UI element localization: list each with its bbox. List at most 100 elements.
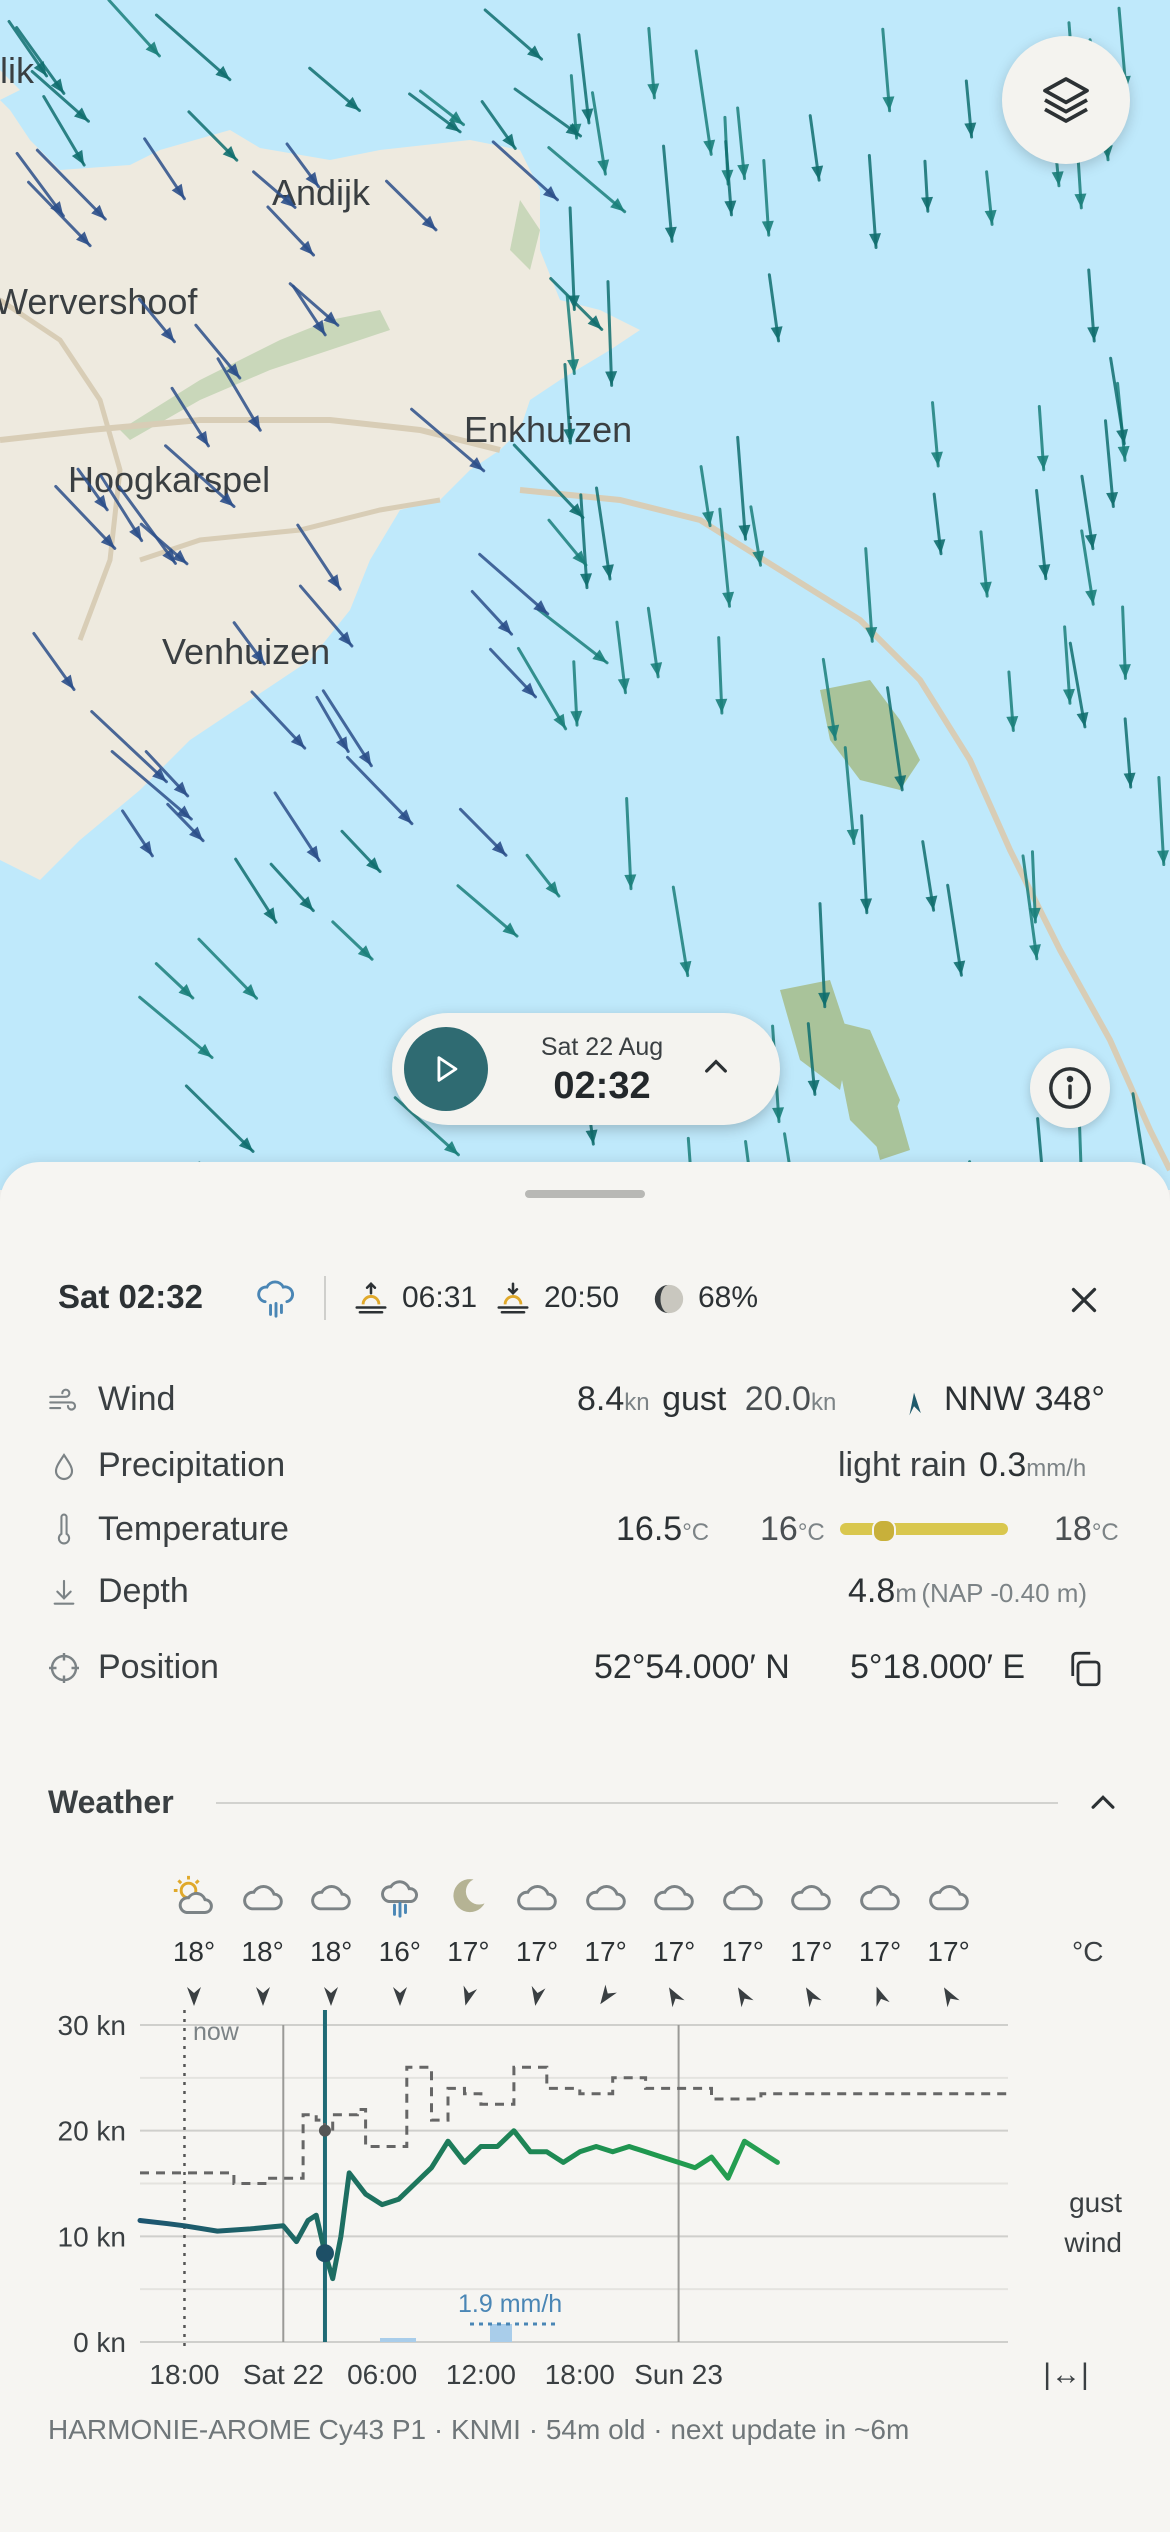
info-icon: [1049, 1067, 1091, 1109]
gust-unit: kn: [810, 1389, 837, 1416]
sunset-icon: [497, 1282, 529, 1314]
sunset-time: 20:50: [544, 1281, 620, 1314]
temperature-label: Temperature: [98, 1510, 289, 1548]
precipitation-value: 0.3: [978, 1446, 1027, 1484]
depth-values: 4.8m (NAP -0.40 m): [848, 1572, 1087, 1611]
play-icon: [437, 1056, 458, 1082]
gust-cursor-dot: [318, 2124, 331, 2137]
partly-sunny-icon: [172, 1874, 216, 1923]
wind-direction-icon: [909, 1392, 921, 1416]
cloud-icon: [789, 1874, 833, 1923]
forecast-temp: 17°: [790, 1936, 833, 1967]
forecast-temp: 17°: [653, 1936, 696, 1967]
temperature-unit: °C: [682, 1519, 710, 1546]
cloud-icon: [241, 1874, 285, 1923]
rain-bar: [490, 2324, 512, 2342]
depth-label: Depth: [98, 1572, 189, 1610]
expand-range-icon[interactable]: |↔|: [1043, 2358, 1089, 2391]
weather-title: Weather: [48, 1784, 174, 1820]
time-player[interactable]: Sat 22 Aug 02:32: [392, 1013, 780, 1125]
gust-label: gust: [662, 1380, 727, 1418]
chart-grid: [140, 2024, 1008, 2343]
forecast-temp: 17°: [927, 1936, 970, 1967]
place-label: Hoogkarspel: [68, 459, 270, 500]
rain-label: 1.9 mm/h: [458, 2290, 562, 2318]
wind-chart[interactable]: 0 kn 10 kn 20 kn 30 kn 18:00 Sat 22 06:00 12:0…: [0, 1995, 1170, 2405]
layers-button[interactable]: [1002, 36, 1130, 164]
x-tick-label: Sun 23: [634, 2359, 723, 2390]
cloud-icon: [927, 1874, 971, 1923]
temperature-max-value: 18: [1054, 1510, 1092, 1548]
precipitation-unit: mm/h: [1026, 1455, 1087, 1482]
chevron-up-icon[interactable]: [1086, 1786, 1120, 1820]
legend-gust: gust: [1069, 2187, 1122, 2218]
gust-speed: 20.0: [744, 1380, 811, 1418]
depth-note: (NAP -0.40 m): [921, 1578, 1088, 1608]
cloud-icon: [309, 1874, 353, 1923]
forecast-temp: 18°: [310, 1936, 353, 1967]
temperature-current: 16.5°C: [616, 1510, 709, 1549]
series-line-gust: [140, 2065, 1008, 2185]
wind-speed: 8.4: [577, 1380, 625, 1418]
play-button[interactable]: [404, 1027, 488, 1111]
y-tick-label: 10 kn: [58, 2221, 127, 2252]
temperature-min-value: 16: [760, 1510, 798, 1548]
depth-unit: m: [895, 1578, 917, 1608]
x-tick-label: Sat 22: [243, 2359, 324, 2390]
forecast-temp: 17°: [515, 1936, 559, 1967]
precipitation-label: Precipitation: [98, 1446, 286, 1484]
weather-divider: [216, 1802, 1058, 1804]
cloud-icon: [652, 1874, 696, 1923]
cloud-icon: [515, 1874, 559, 1923]
forecast-temp: 17°: [858, 1936, 902, 1967]
wind-icon: [49, 1388, 77, 1411]
forecast-temp: 17°: [584, 1936, 627, 1967]
temperature-min-unit: °C: [797, 1519, 825, 1546]
temperature-range-marker: [872, 1519, 896, 1543]
rain-cloud-icon: [257, 1280, 295, 1318]
forecast-temp: 16°: [378, 1936, 421, 1967]
precipitation-values: light rain 0.3mm/h: [838, 1446, 1086, 1485]
wind-label: Wind: [98, 1380, 176, 1418]
chevron-up-icon[interactable]: [700, 1051, 732, 1083]
x-tick-label: 18:00: [149, 2359, 219, 2390]
x-tick-label: 06:00: [347, 2359, 417, 2390]
chart-vlines: [183, 2010, 680, 2352]
y-tick-label: 30 kn: [58, 2010, 127, 2041]
temperature-min: 16°C: [760, 1510, 825, 1549]
map[interactable]: Andijk Wervershoof Enkhuizen Hoogkarspel…: [0, 0, 1170, 1190]
rain-icon: [378, 1874, 422, 1923]
depth-value: 4.8: [848, 1572, 896, 1610]
precipitation-desc: light rain: [838, 1446, 967, 1484]
sheet-handle[interactable]: [525, 1190, 645, 1198]
place-label: lik: [0, 50, 35, 91]
now-label: now: [193, 2018, 240, 2046]
wind-direction: NNW 348°: [944, 1380, 1105, 1418]
sunrise-icon: [355, 1281, 387, 1314]
x-tick-label: 18:00: [545, 2359, 615, 2390]
player-time: 02:32: [553, 1065, 651, 1107]
copy-icon[interactable]: [1064, 1648, 1106, 1690]
wind-values: 8.4kn gust 20.0kn: [577, 1380, 836, 1419]
forecast-temp: 18°: [241, 1936, 284, 1967]
moon-illumination: 68%: [698, 1281, 759, 1314]
divider: [324, 1276, 326, 1320]
place-label: Enkhuizen: [464, 409, 632, 450]
droplet-icon: [54, 1453, 74, 1480]
legend-wind: wind: [1063, 2227, 1122, 2258]
position-label: Position: [98, 1648, 219, 1686]
temp-unit: °C: [1072, 1936, 1104, 1967]
place-label: Andijk: [272, 172, 371, 213]
model-info: HARMONIE-AROME Cy43 P1 · KNMI · 54m old …: [48, 2414, 910, 2445]
info-button[interactable]: [1030, 1048, 1110, 1128]
cloud-icon: [721, 1874, 765, 1923]
temperature-value: 16.5: [616, 1510, 683, 1548]
close-icon[interactable]: [1066, 1282, 1102, 1318]
position-lat: 52°54.000′ N: [594, 1648, 790, 1686]
y-tick-label: 0 kn: [73, 2327, 126, 2358]
position-lon: 5°18.000′ E: [850, 1648, 1025, 1686]
thermometer-icon: [57, 1513, 71, 1545]
sunrise-time: 06:31: [402, 1281, 478, 1314]
temperature-max: 18°C: [1054, 1510, 1119, 1549]
rain-bar: [380, 2338, 416, 2342]
